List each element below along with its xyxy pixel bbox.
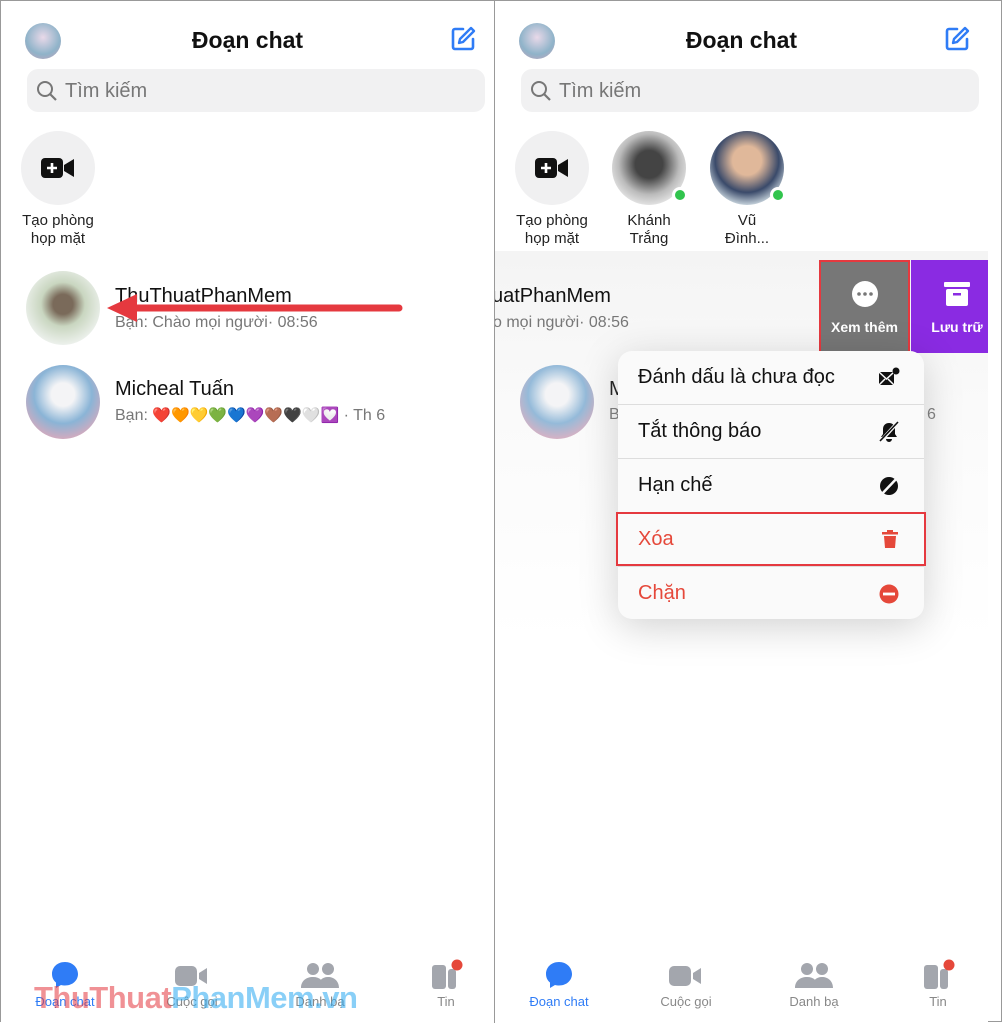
more-button[interactable]: Xem thêm — [819, 260, 910, 353]
archive-button[interactable]: Lưu trữ — [911, 260, 988, 353]
story-khanh-trang[interactable] — [612, 131, 688, 205]
chat-preview: Bạn: ❤️🧡💛💚💙💜🤎🖤🤍💟 · Th 6 — [115, 407, 386, 424]
story-label: Vũ Đình... — [724, 212, 770, 247]
menu-item-restrict[interactable]: Hạn chế — [618, 459, 924, 513]
avatar — [520, 365, 594, 439]
stories-icon — [924, 959, 955, 989]
story-label: Khánh Trắng — [627, 212, 671, 247]
avatar — [26, 271, 100, 345]
video-camera-icon — [669, 966, 701, 986]
online-indicator — [672, 187, 688, 203]
swipe-arrow-icon — [107, 294, 403, 322]
menu-item-mark-unread[interactable]: Đánh dấu là chưa đọc — [618, 351, 924, 405]
archive-icon — [944, 282, 970, 306]
compose-icon[interactable] — [943, 25, 971, 53]
stories-icon — [432, 959, 463, 989]
create-room-label: Tạo phòng họp mặt — [22, 212, 94, 247]
bell-slash-icon — [878, 420, 900, 448]
delete-highlight — [616, 512, 926, 566]
compose-icon[interactable] — [449, 25, 477, 53]
chat-name: Micheal Tuấn — [115, 378, 234, 400]
context-menu: Đánh dấu là chưa đọc Tắt thông báo Hạn c… — [618, 351, 924, 619]
left-screen: Đoạn chat Tìm kiếm Tạo phòng họp mặt ThuT… — [1, 1, 494, 1023]
search-icon — [531, 81, 551, 101]
page-title: Đoạn chat — [685, 27, 798, 53]
menu-item-mute[interactable]: Tắt thông báo — [618, 405, 924, 459]
create-room-button[interactable] — [515, 131, 589, 205]
chat-row[interactable]: Micheal Tuấn Bạn: ❤️🧡💛💚💙💜🤎🖤🤍💟 · Th 6 — [1, 357, 494, 447]
restrict-icon — [878, 475, 900, 502]
create-room-label: Tạo phòng họp mặt — [516, 212, 588, 247]
watermark: ThuThuatPhanMem.vn — [34, 980, 358, 1015]
page-title: Đoạn chat — [191, 27, 304, 53]
block-icon — [878, 583, 900, 610]
story-vu-dinh[interactable] — [710, 131, 786, 205]
people-icon — [795, 963, 833, 988]
video-plus-icon — [535, 158, 568, 178]
mail-unread-icon — [878, 367, 900, 392]
search-input[interactable]: Tìm kiếm — [27, 69, 485, 112]
right-screen: Đoạn chat Tìm kiếm Tạo phòng họp mặt Khán… — [495, 1, 988, 1023]
more-icon — [852, 281, 878, 307]
search-placeholder: Tìm kiếm — [65, 80, 148, 102]
avatar — [26, 365, 100, 439]
online-indicator — [770, 187, 786, 203]
search-icon — [37, 81, 57, 101]
chat-bubble-icon — [546, 962, 572, 988]
search-input[interactable]: Tìm kiếm — [521, 69, 979, 112]
video-plus-icon — [41, 158, 74, 178]
bottom-nav: Đoạn chat Cuộc gọi Danh bạ Tin — [495, 959, 988, 1023]
search-placeholder: Tìm kiếm — [559, 80, 642, 102]
create-room-button[interactable] — [21, 131, 95, 205]
swiped-chat-row[interactable]: uatPhanMem o mọi người· 08:56 — [495, 263, 819, 353]
menu-item-block[interactable]: Chặn — [618, 567, 924, 621]
